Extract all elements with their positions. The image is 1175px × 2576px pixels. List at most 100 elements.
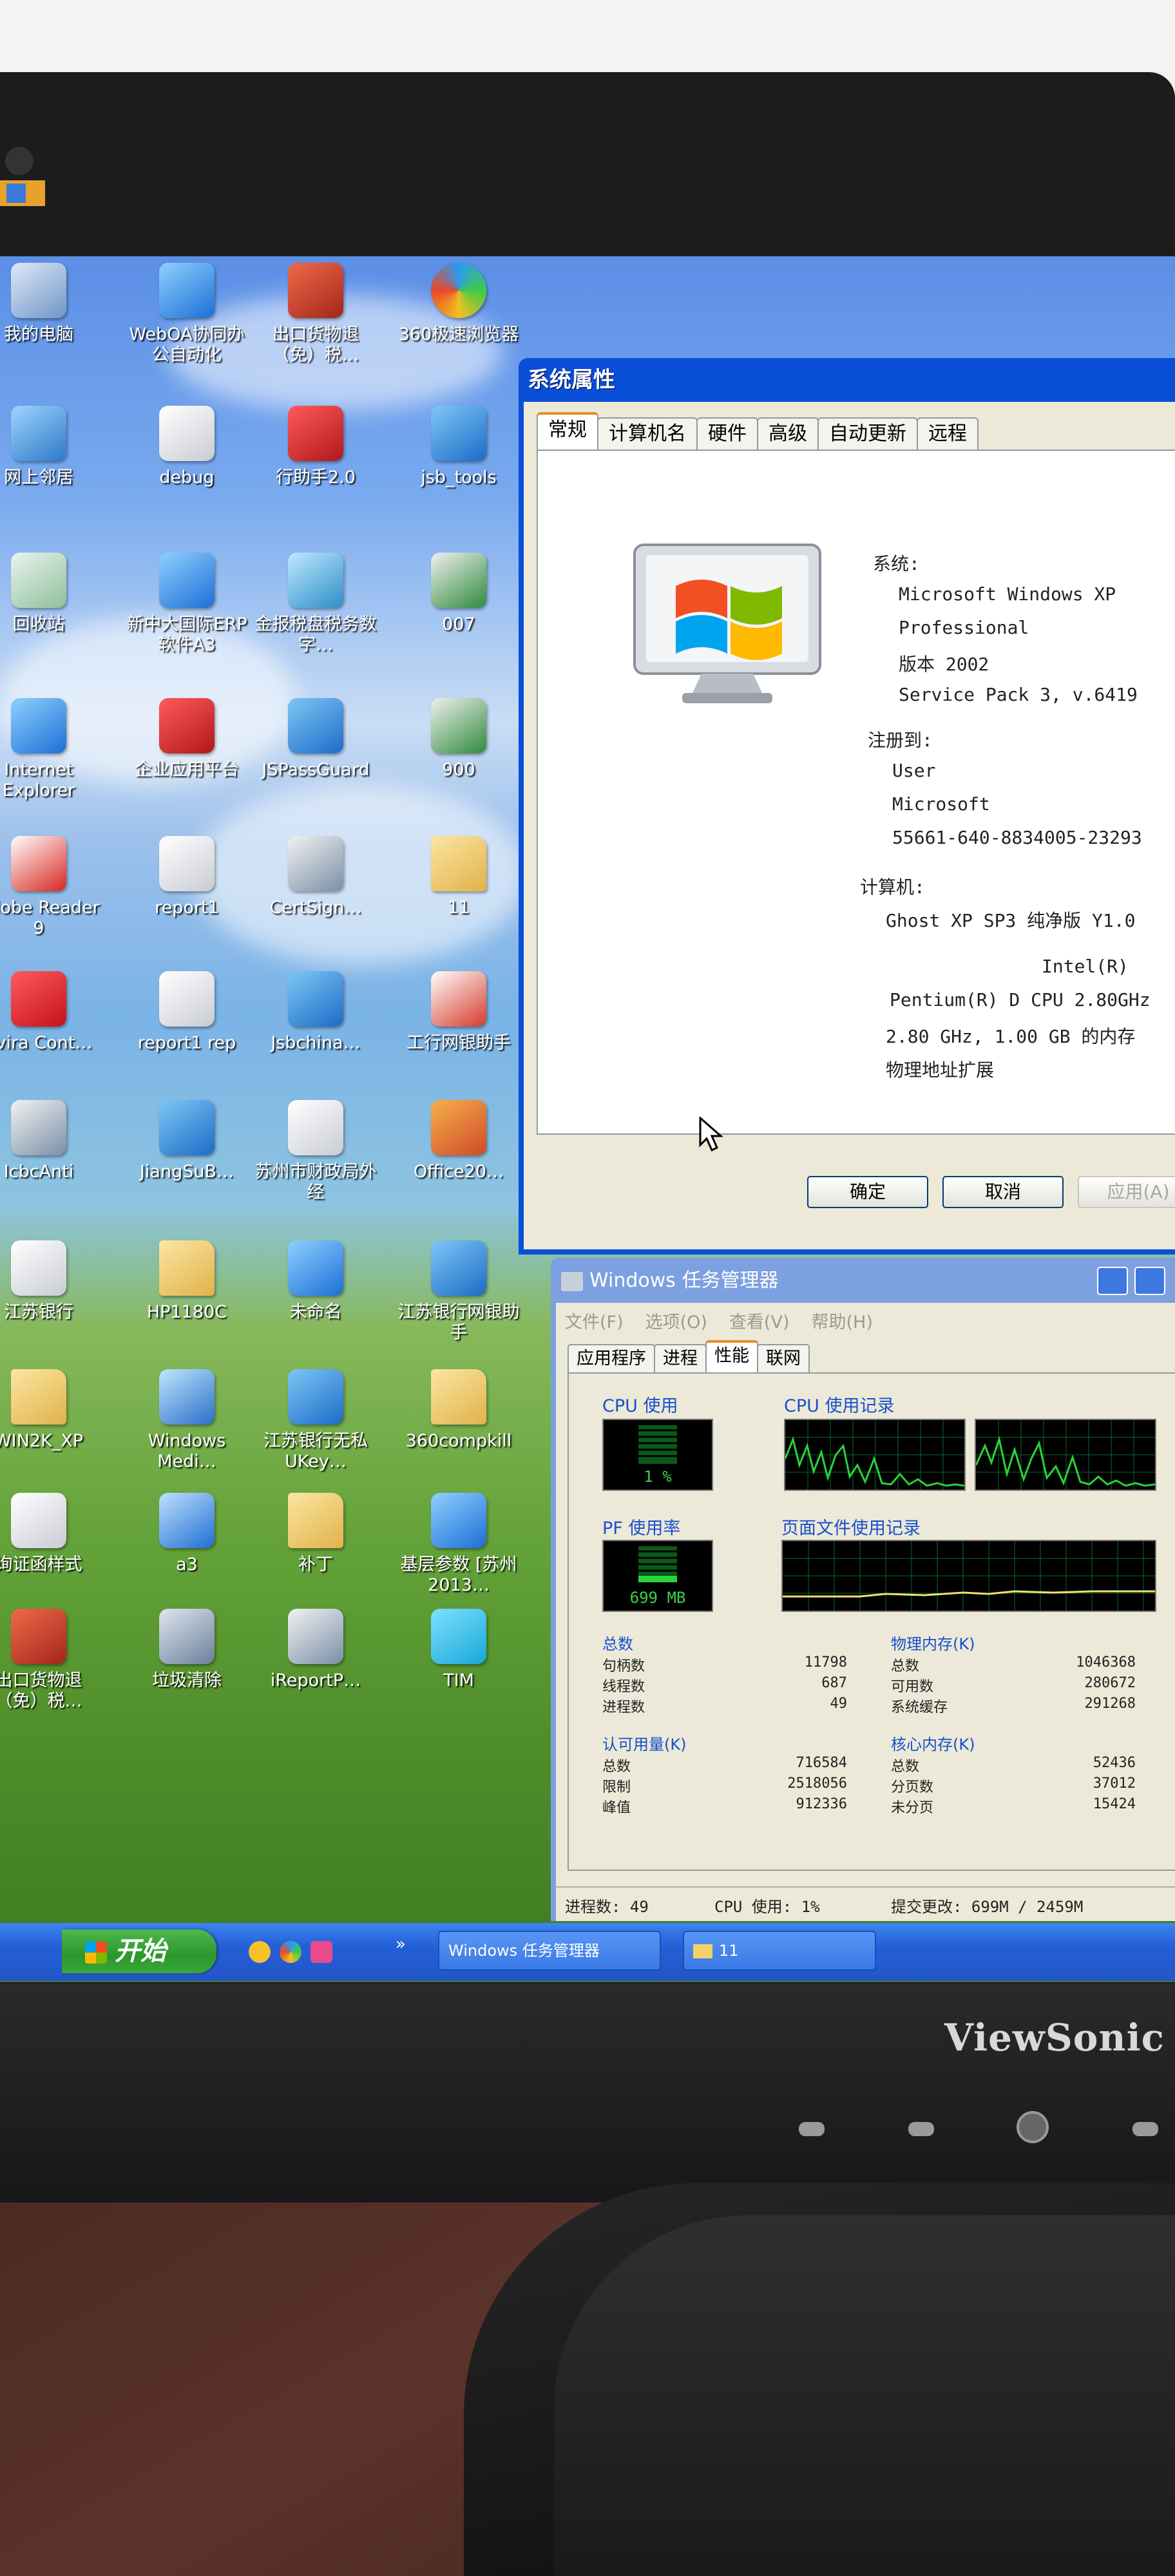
tab-applications[interactable]: 应用程序 xyxy=(568,1344,655,1372)
monitor-button[interactable] xyxy=(908,2122,934,2136)
tab-general[interactable]: 常规 xyxy=(537,412,598,452)
window-title[interactable]: 系统属性 xyxy=(528,362,615,398)
desktop-icon[interactable]: 新中大国际ERP软件A3 xyxy=(122,553,251,656)
desktop-icon[interactable]: 360极速浏览器 xyxy=(394,263,523,345)
desktop-icon[interactable]: Internet Explorer xyxy=(0,698,103,801)
browser360-icon xyxy=(431,263,486,318)
desktop-icon[interactable]: 江苏银行 xyxy=(0,1240,103,1323)
desktop-icon[interactable]: 出口货物退（免）税… xyxy=(251,263,380,366)
taskbar-item-task-manager[interactable]: Windows 任务管理器 xyxy=(438,1931,661,1971)
minimize-button[interactable] xyxy=(1097,1267,1128,1295)
desktop-icon[interactable]: 网上邻居 xyxy=(0,406,103,488)
desktop-icon[interactable]: 11 xyxy=(394,836,523,918)
quicklaunch-app-icon[interactable] xyxy=(310,1941,332,1963)
physical-memory-group-label: 总数 xyxy=(891,1658,920,1674)
desktop-icon[interactable]: 询证函样式 xyxy=(0,1493,103,1575)
desktop-icon[interactable]: 企业应用平台 xyxy=(122,698,251,781)
desktop-icon[interactable]: 未命名 xyxy=(251,1240,380,1323)
status-cpu: CPU 使用: 1% xyxy=(714,1898,820,1916)
monitor-power-button[interactable] xyxy=(1017,2111,1049,2143)
tab-networking[interactable]: 联网 xyxy=(757,1344,810,1372)
taskbar-item-folder[interactable]: 11 xyxy=(683,1931,876,1971)
desktop-icon[interactable]: 垃圾清除 xyxy=(122,1609,251,1691)
registered-org: Microsoft xyxy=(892,793,990,815)
desktop-icon[interactable]: 回收站 xyxy=(0,553,103,635)
desktop-icon[interactable]: 苏州市财政局外经 xyxy=(251,1100,380,1203)
desktop-icon[interactable]: 基层参数 [苏州2013… xyxy=(394,1493,523,1596)
desktop-icon[interactable]: report1 rep xyxy=(122,971,251,1054)
desktop-icon[interactable]: iReportP… xyxy=(251,1609,380,1691)
quicklaunch-browser-icon[interactable] xyxy=(280,1941,301,1963)
cancel-button[interactable]: 取消 xyxy=(942,1176,1064,1208)
desktop-icon-label: Internet Explorer xyxy=(2,760,75,800)
desktop-icon[interactable]: WebOA协同办公自动化 xyxy=(122,263,251,366)
ie-icon xyxy=(159,553,215,608)
menu-view[interactable]: 查看(V) xyxy=(729,1308,790,1333)
desktop-icon[interactable]: JSPassGuard xyxy=(251,698,380,781)
desktop-icon[interactable]: HP1180C xyxy=(122,1240,251,1323)
desktop-icon[interactable]: TIM xyxy=(394,1609,523,1691)
desktop-icon[interactable]: Office20… xyxy=(394,1100,523,1182)
window-title[interactable]: Windows 任务管理器 xyxy=(557,1260,1175,1302)
ie-icon xyxy=(159,263,215,318)
apply-button[interactable]: 应用(A) xyxy=(1078,1176,1175,1208)
desktop-icon[interactable]: a3 xyxy=(122,1493,251,1575)
kernel-memory-group-value: 52436 xyxy=(1093,1755,1136,1771)
monitor-stand-base xyxy=(554,2215,1175,2576)
menu-help[interactable]: 帮助(H) xyxy=(811,1308,872,1333)
tab-remote[interactable]: 远程 xyxy=(917,417,979,450)
tab-computer-name[interactable]: 计算机名 xyxy=(597,417,698,450)
menu-file[interactable]: 文件(F) xyxy=(565,1308,624,1333)
maximize-button[interactable] xyxy=(1134,1267,1165,1295)
desktop-icon[interactable]: Adobe Reader 9 xyxy=(0,836,103,939)
tab-automatic-updates[interactable]: 自动更新 xyxy=(817,417,918,450)
desktop-icon[interactable]: 出口货物退（免）税… xyxy=(0,1609,103,1712)
monitor-button[interactable] xyxy=(1132,2122,1158,2136)
desktop-icon[interactable]: 360compkill xyxy=(394,1369,523,1452)
desktop-icon[interactable]: Avira Cont… xyxy=(0,971,103,1054)
desktop-icon-label: Adobe Reader 9 xyxy=(0,898,100,938)
desktop-icon[interactable]: 900 xyxy=(394,698,523,781)
desktop-icon[interactable]: WIN2K_XP xyxy=(0,1369,103,1452)
network-icon xyxy=(11,406,66,461)
tab-processes[interactable]: 进程 xyxy=(654,1344,707,1372)
desktop-icon[interactable]: 江苏银行无私UKey… xyxy=(251,1369,380,1472)
start-button[interactable]: 开始 xyxy=(62,1929,216,1973)
tax-icon xyxy=(288,263,343,318)
red-icon xyxy=(159,698,215,753)
tab-advanced[interactable]: 高级 xyxy=(757,417,819,450)
desktop-icon[interactable]: report1 xyxy=(122,836,251,918)
desktop-icon[interactable]: 工行网银助手 xyxy=(394,971,523,1054)
quicklaunch-expand-icon[interactable]: » xyxy=(396,1935,406,1954)
desktop-icon[interactable]: 行助手2.0 xyxy=(251,406,380,488)
desktop-icon[interactable]: 金报税盘税务数字… xyxy=(251,553,380,656)
desktop-icon[interactable]: Jsbchina… xyxy=(251,971,380,1054)
window-title-text: Windows 任务管理器 xyxy=(589,1269,779,1292)
monitor-brand-logo: ViewSonic xyxy=(944,2016,1165,2060)
tab-hardware[interactable]: 硬件 xyxy=(696,417,758,450)
tab-performance[interactable]: 性能 xyxy=(705,1340,758,1374)
physical-memory-group-label: 系统缓存 xyxy=(891,1700,948,1716)
desktop-icon[interactable]: CertSign… xyxy=(251,836,380,918)
desktop-icon[interactable]: debug xyxy=(122,406,251,488)
menu-options[interactable]: 选项(O) xyxy=(645,1308,707,1333)
system-properties-window[interactable]: 系统属性 常规 计算机名 硬件 高级 自动更新 远程 系统: Microsoft… xyxy=(519,358,1175,1255)
desktop-icon[interactable]: 我的电脑 xyxy=(0,263,103,345)
desktop-icon-label: WebOA协同办公自动化 xyxy=(129,325,245,365)
desktop-icon[interactable]: 补丁 xyxy=(251,1493,380,1575)
desktop-icon[interactable]: Windows Medi… xyxy=(122,1369,251,1472)
kernel-memory-group-label: 未分页 xyxy=(891,1800,934,1816)
desktop-icon[interactable]: jsb_tools xyxy=(394,406,523,488)
desktop-icon-label: WIN2K_XP xyxy=(0,1431,84,1451)
mouse-cursor-icon xyxy=(699,1117,723,1152)
quicklaunch-show-desktop-icon[interactable] xyxy=(249,1941,271,1963)
taskbar-item-label: 11 xyxy=(719,1942,739,1960)
ok-button[interactable]: 确定 xyxy=(807,1176,928,1208)
desktop-icon[interactable]: IcbcAnti xyxy=(0,1100,103,1182)
desktop-icon[interactable]: JiangSuB… xyxy=(122,1100,251,1182)
monitor-button[interactable] xyxy=(799,2122,825,2136)
desktop-icon[interactable]: 007 xyxy=(394,553,523,635)
desktop-icon[interactable]: 江苏银行网银助手 xyxy=(394,1240,523,1343)
os-edition: Professional xyxy=(899,617,1029,638)
task-manager-window[interactable]: Windows 任务管理器 文件(F) 选项(O) 查看(V) 帮助(H) 应用… xyxy=(551,1258,1175,1921)
